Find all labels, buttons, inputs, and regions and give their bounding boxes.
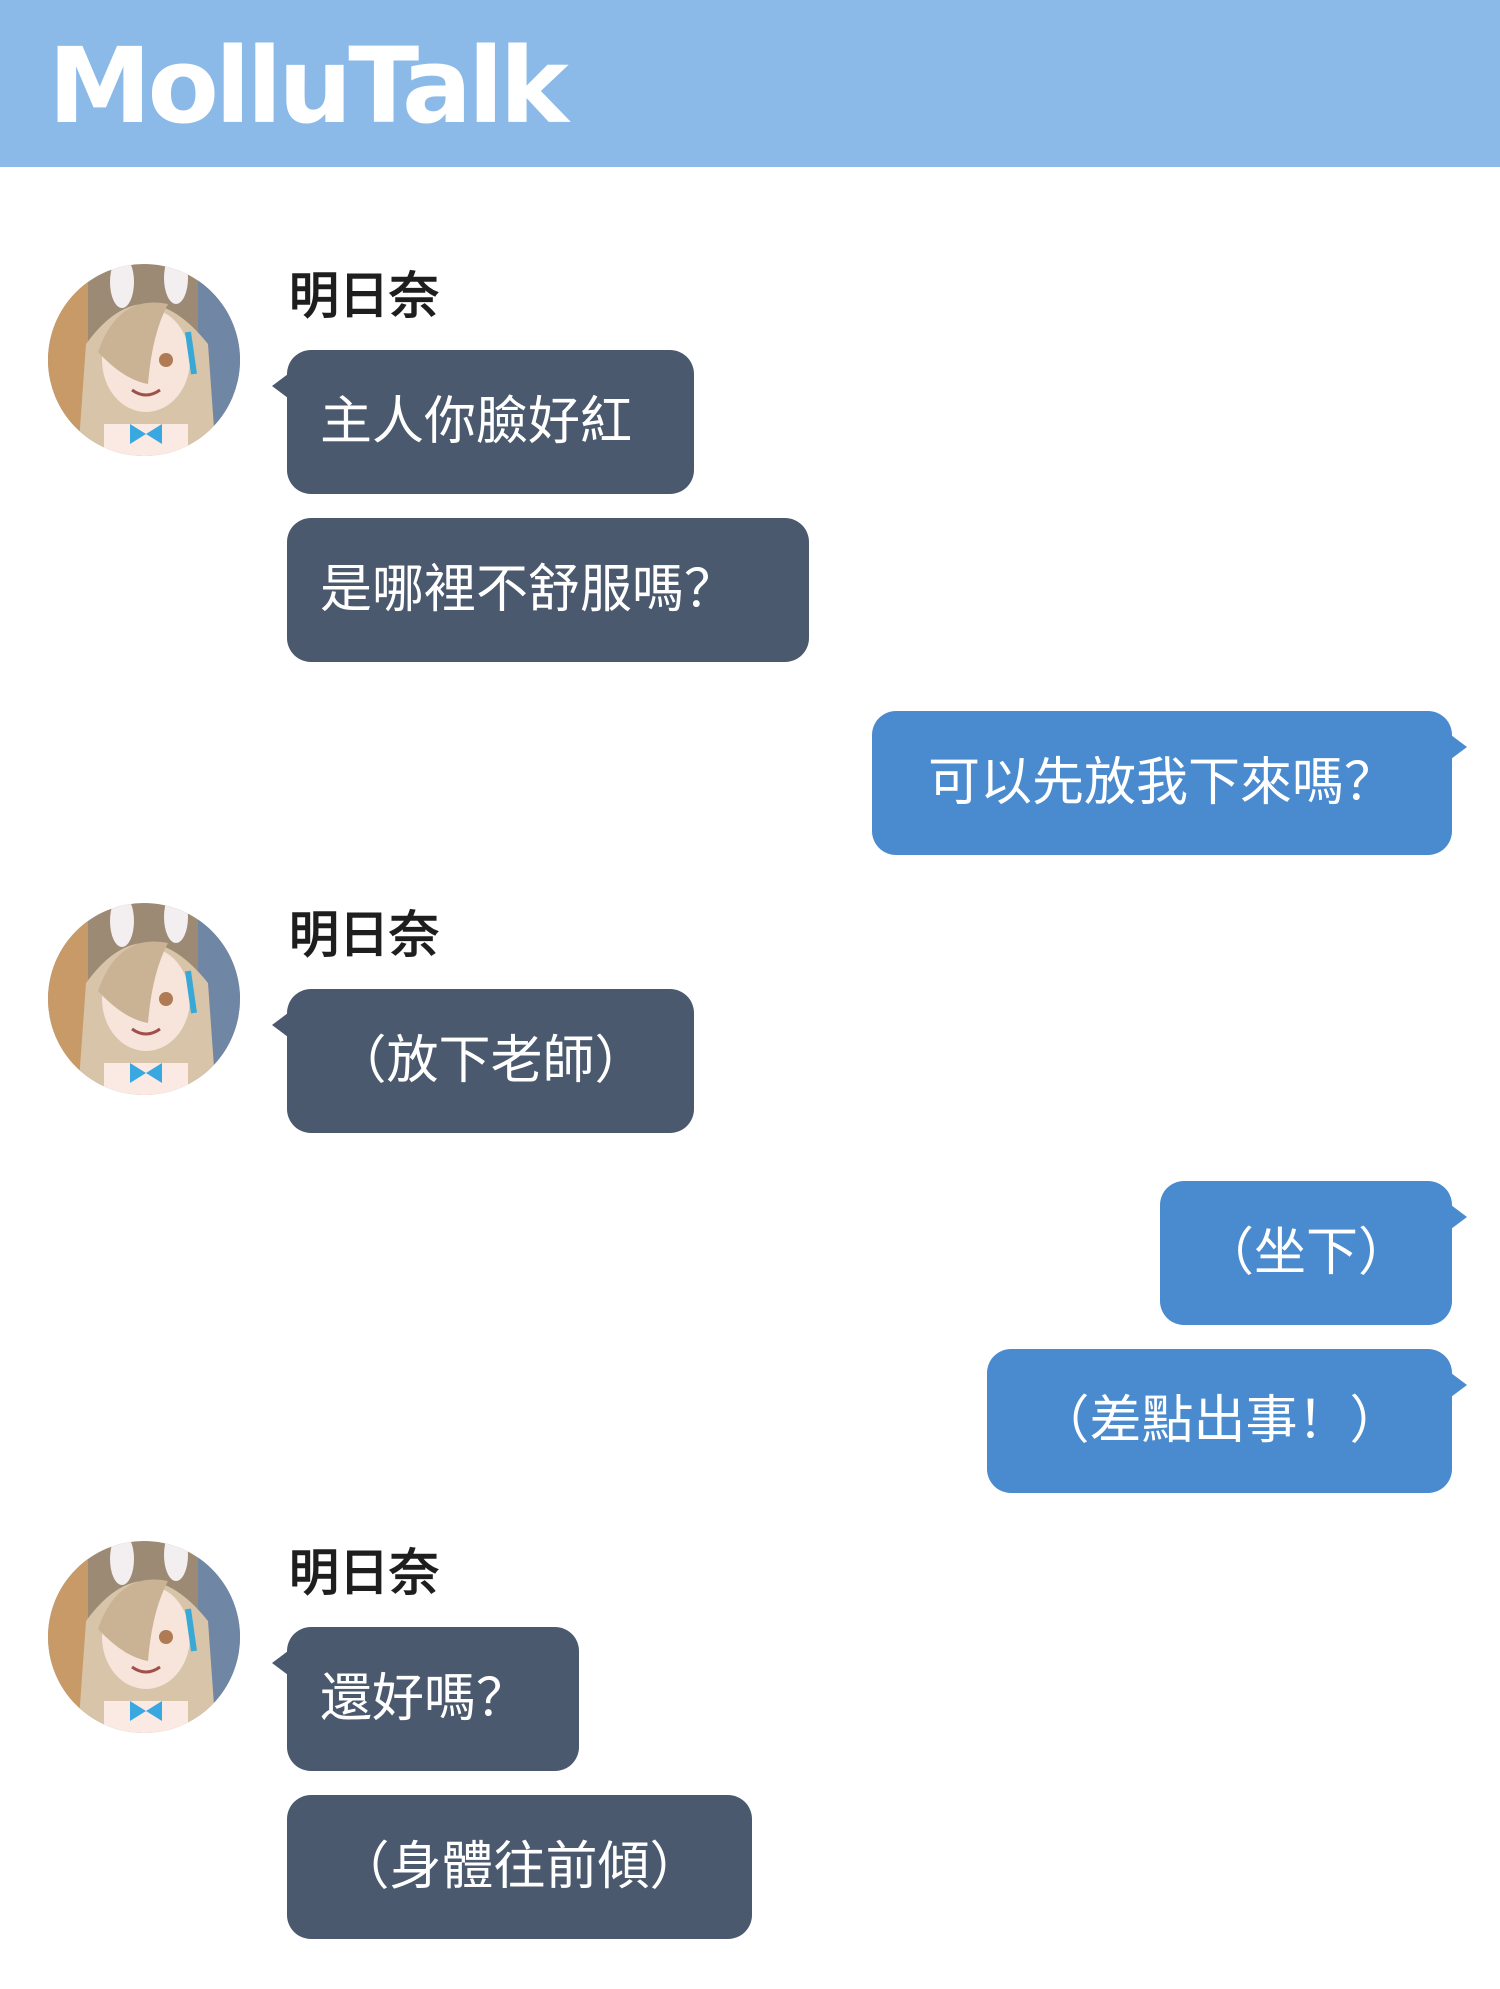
- message-bubble[interactable]: 是哪裡不舒服嗎？: [287, 518, 809, 662]
- bubble-tail: [272, 1651, 288, 1675]
- message-text: （身體往前傾）: [337, 1837, 702, 1897]
- app-title: MolluTalk: [48, 25, 569, 147]
- message-text: 主人你臉好紅: [320, 392, 633, 452]
- app-header: MolluTalk: [0, 0, 1500, 167]
- message-text: 是哪裡不舒服嗎？: [320, 560, 737, 620]
- bubble-tail: [1451, 735, 1467, 759]
- message-bubble[interactable]: 主人你臉好紅: [272, 350, 694, 494]
- sender-name: 明日奈: [289, 906, 439, 964]
- sender-name: 明日奈: [289, 267, 439, 325]
- sender-avatar[interactable]: [48, 264, 240, 456]
- bubble-tail: [272, 1013, 288, 1037]
- character-avatar-icon: [48, 903, 240, 1095]
- message-text: （差點出事！）: [1037, 1391, 1402, 1451]
- message-bubble[interactable]: 可以先放我下來嗎？: [872, 711, 1467, 855]
- chat-app: MolluTalk 明日奈 主人你臉好紅 是哪裡不舒服嗎？ 可以先放我下來嗎？: [0, 0, 1500, 1989]
- message-text: 可以先放我下來嗎？: [927, 753, 1396, 813]
- bubble-tail: [272, 374, 288, 398]
- message-bubble[interactable]: （差點出事！）: [987, 1349, 1467, 1493]
- message-bubble[interactable]: （放下老師）: [272, 989, 694, 1133]
- message-text: （放下老師）: [334, 1031, 647, 1091]
- sender-avatar[interactable]: [48, 903, 240, 1095]
- bubble-tail: [1451, 1373, 1467, 1397]
- message-bubble[interactable]: 還好嗎？: [272, 1627, 579, 1771]
- message-text: （坐下）: [1201, 1223, 1410, 1283]
- sender-name: 明日奈: [289, 1544, 439, 1602]
- character-avatar-icon: [48, 264, 240, 456]
- sender-avatar[interactable]: [48, 1541, 240, 1733]
- message-bubble[interactable]: （坐下）: [1160, 1181, 1467, 1325]
- message-bubble[interactable]: （身體往前傾）: [287, 1795, 752, 1939]
- bubble-tail: [1451, 1205, 1467, 1229]
- message-text: 還好嗎？: [320, 1669, 529, 1729]
- character-avatar-icon: [48, 1541, 240, 1733]
